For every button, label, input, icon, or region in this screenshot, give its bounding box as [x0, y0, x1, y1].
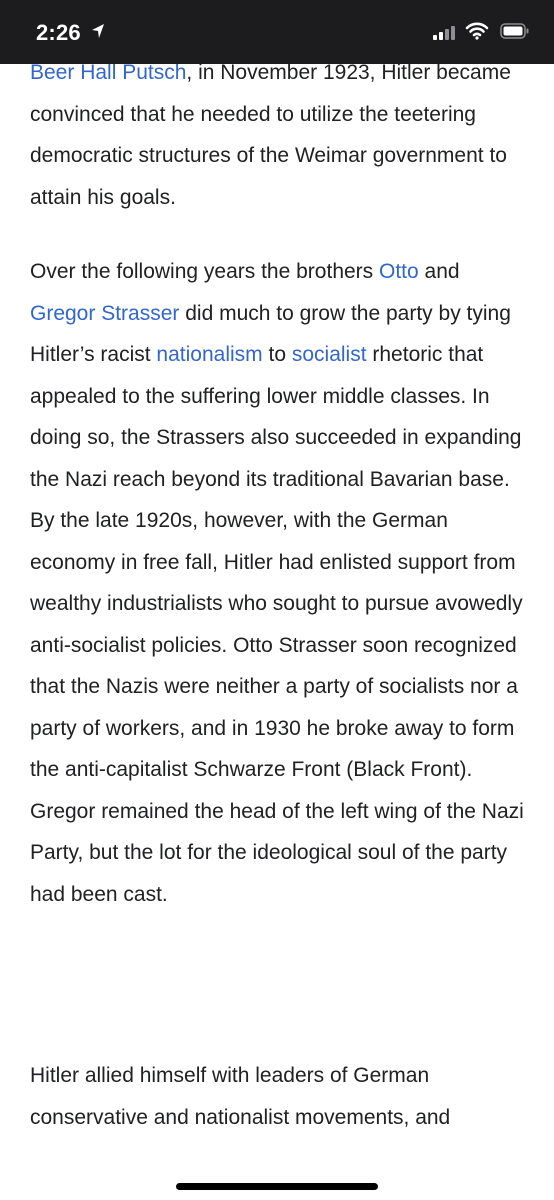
- cellular-signal-icon: [433, 26, 455, 40]
- home-indicator[interactable]: [176, 1183, 378, 1190]
- link-gregor-strasser[interactable]: Gregor Strasser: [30, 302, 179, 325]
- status-bar: 2:26: [0, 0, 554, 64]
- article-paragraph-2: Over the following years the brothers Ot…: [30, 251, 530, 915]
- article-paragraph-3: Hitler allied himself with leaders of Ge…: [30, 1055, 530, 1138]
- article-paragraph-1: Beer Hall Putsch, in November 1923, Hitl…: [30, 52, 530, 218]
- link-beer-hall-putsch[interactable]: Beer Hall Putsch: [30, 61, 186, 84]
- status-time: 2:26: [36, 20, 81, 45]
- battery-icon: [500, 23, 529, 39]
- link-nationalism[interactable]: nationalism: [156, 343, 262, 366]
- paragraph-2-text-3: to: [262, 343, 292, 366]
- link-socialist[interactable]: socialist: [292, 343, 367, 366]
- location-arrow-icon: [92, 24, 104, 38]
- link-otto[interactable]: Otto: [379, 260, 419, 283]
- wifi-icon: [465, 22, 489, 40]
- paragraph-3-text: Hitler allied himself with leaders of Ge…: [30, 1064, 451, 1129]
- paragraph-2-text-1: and: [418, 260, 460, 283]
- paragraph-2-text-0: Over the following years the brothers: [30, 260, 380, 283]
- paragraph-2-text-4: rhetoric that appealed to the suffering …: [30, 343, 524, 906]
